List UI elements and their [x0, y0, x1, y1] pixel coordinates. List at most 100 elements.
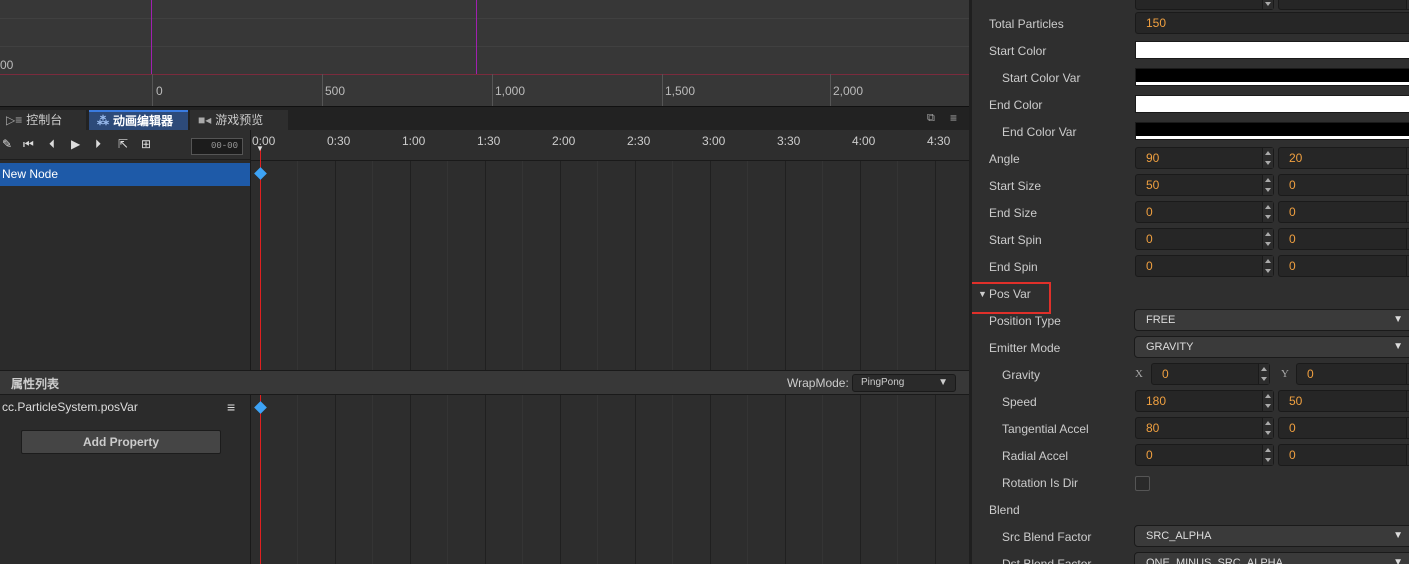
tab-console[interactable]: ▷≡ 控制台	[0, 110, 86, 131]
number-field[interactable]: 50	[1135, 174, 1274, 196]
scene-tick-label: 1,000	[495, 84, 526, 98]
scene-tick-label: 0	[156, 84, 163, 98]
time-grid-line	[860, 161, 861, 370]
number-field[interactable]: 0	[1135, 444, 1274, 466]
color-swatch[interactable]	[1135, 122, 1409, 140]
number-field[interactable]: 0	[1135, 201, 1274, 223]
number-field[interactable]: 0	[1296, 363, 1409, 385]
playhead-line	[260, 395, 261, 564]
canvas-bounds	[151, 0, 477, 74]
timeline[interactable]: 0:00 0:30 1:00 1:30 2:00 2:30 3:00 3:30 4:00 4:30…	[250, 130, 969, 370]
number-value: 50	[1289, 394, 1303, 408]
external-link-icon[interactable]: ⇱	[118, 137, 128, 151]
select-value: FREE	[1146, 314, 1176, 326]
prev-frame-icon[interactable]: ⏴	[49, 137, 55, 152]
inspector-row: Start Color	[972, 37, 1409, 64]
rotation-is-dir-checkbox[interactable]	[1135, 476, 1150, 491]
frame-input[interactable]: 00-00	[191, 138, 243, 155]
color-swatch[interactable]	[1135, 95, 1409, 113]
property-menu-icon[interactable]: ≡	[227, 399, 235, 415]
number-field[interactable]	[1135, 0, 1274, 10]
tab-game-preview[interactable]: ■◂ 游戏预览	[190, 110, 288, 131]
add-event-icon[interactable]: ⊞	[141, 137, 151, 151]
keyframe-node[interactable]	[254, 167, 267, 180]
tab-animation-editor[interactable]: ⁂ 动画编辑器	[89, 110, 188, 131]
time-grid-line	[485, 395, 486, 564]
chevron-down-icon: ▼	[1393, 557, 1403, 564]
tick-line	[322, 74, 323, 106]
time-label: 3:00	[702, 134, 726, 148]
color-swatch[interactable]	[1135, 41, 1409, 59]
property-label[interactable]: Pos Var	[989, 287, 1031, 301]
number-field[interactable]: 0	[1151, 363, 1270, 385]
property-timeline[interactable]	[250, 395, 969, 564]
popout-icon[interactable]: ⧉	[927, 112, 935, 125]
stepper-icon[interactable]	[1262, 148, 1273, 168]
stepper-icon[interactable]	[1262, 229, 1273, 249]
property-list-header: 属性列表 WrapMode: PingPong ▼	[0, 370, 969, 395]
number-field[interactable]: 0	[1278, 444, 1409, 466]
inspector-row: Emitter Mode GRAVITY ▼	[972, 334, 1409, 361]
stepper-icon[interactable]	[1258, 364, 1269, 384]
number-field[interactable]: 50	[1278, 390, 1409, 412]
time-grid-line	[672, 395, 673, 564]
number-field[interactable]: 20	[1278, 147, 1409, 169]
time-grid-line	[785, 161, 786, 370]
time-grid-line	[597, 395, 598, 564]
chevron-down-icon: ▼	[1393, 314, 1403, 325]
time-grid-line	[560, 395, 561, 564]
playhead[interactable]	[260, 148, 261, 370]
stepper-icon[interactable]	[1262, 445, 1273, 465]
next-frame-icon[interactable]: ⏵	[95, 137, 101, 152]
number-field[interactable]: 0	[1278, 174, 1409, 196]
time-grid-line	[297, 395, 298, 564]
time-grid-line	[522, 395, 523, 564]
playhead-handle-icon[interactable]: ▼	[256, 144, 264, 153]
time-grid-line	[335, 161, 336, 370]
inspector-row: End Color Var	[972, 118, 1409, 145]
number-value: 0	[1146, 232, 1153, 246]
tick-line	[152, 74, 153, 106]
first-frame-icon[interactable]: ⏮	[23, 137, 34, 152]
number-field[interactable]	[1278, 0, 1409, 10]
wrapmode-value: PingPong	[861, 377, 905, 388]
stepper-icon[interactable]	[1262, 175, 1273, 195]
play-icon[interactable]: ▶	[71, 137, 80, 151]
node-row-new-node[interactable]: New Node	[0, 163, 250, 186]
number-field[interactable]: 90	[1135, 147, 1274, 169]
time-label: 3:30	[777, 134, 801, 148]
stepper-icon[interactable]	[1262, 418, 1273, 438]
chevron-down-icon: ▼	[1393, 530, 1403, 541]
select-dropdown[interactable]: FREE ▼	[1134, 309, 1409, 331]
number-field[interactable]: 0	[1135, 228, 1274, 250]
select-dropdown[interactable]: GRAVITY ▼	[1134, 336, 1409, 358]
console-icon: ▷≡	[6, 113, 23, 127]
stepper-icon[interactable]	[1262, 202, 1273, 222]
select-dropdown[interactable]: ONE_MINUS_SRC_ALPHA ▼	[1134, 552, 1409, 564]
expand-arrow-icon[interactable]: ▼	[978, 289, 987, 299]
add-property-button[interactable]: Add Property	[21, 430, 221, 454]
tab-game-preview-label: 游戏预览	[215, 113, 264, 127]
menu-icon[interactable]: ≡	[950, 111, 957, 125]
scene-view[interactable]: 00 0 500 1,000 1,500 2,000	[0, 0, 969, 106]
number-field[interactable]: 0	[1278, 255, 1409, 277]
color-swatch[interactable]	[1135, 68, 1409, 86]
wrapmode-select[interactable]: PingPong ▼	[852, 374, 956, 392]
stepper-icon[interactable]	[1262, 256, 1273, 276]
time-grid-line	[447, 395, 448, 564]
keyframe-property[interactable]	[254, 401, 267, 414]
stepper-icon[interactable]	[1262, 391, 1273, 411]
number-field[interactable]: 0	[1278, 417, 1409, 439]
inspector-row: Start Spin 0 0	[972, 226, 1409, 253]
time-grid-line	[372, 395, 373, 564]
number-field[interactable]: 0	[1278, 228, 1409, 250]
x-label: X	[1135, 368, 1143, 380]
number-value: 0	[1289, 205, 1296, 219]
number-field[interactable]: 180	[1135, 390, 1274, 412]
edit-icon[interactable]: ✎	[2, 137, 12, 151]
select-dropdown[interactable]: SRC_ALPHA ▼	[1134, 525, 1409, 547]
number-field[interactable]: 0	[1278, 201, 1409, 223]
number-field[interactable]: 80	[1135, 417, 1274, 439]
number-field[interactable]: 150	[1135, 12, 1409, 34]
number-field[interactable]: 0	[1135, 255, 1274, 277]
